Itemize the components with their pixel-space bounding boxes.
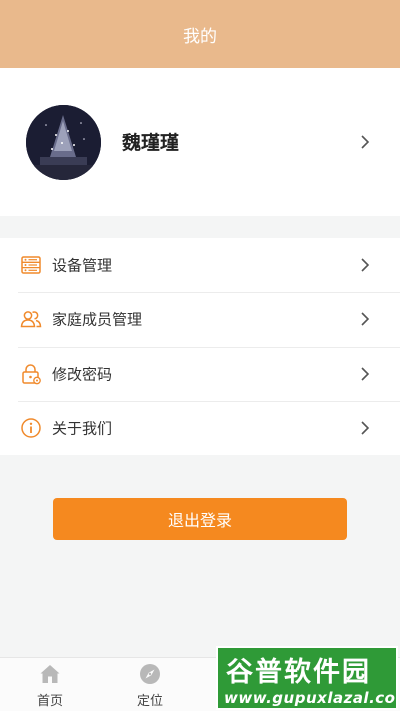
chevron-right-icon xyxy=(358,258,372,272)
watermark-url: www.gupuxlazal.com xyxy=(224,689,398,707)
menu-item-label: 家庭成员管理 xyxy=(52,310,143,329)
menu-item-label: 设备管理 xyxy=(52,256,113,275)
chevron-right-icon xyxy=(358,367,372,381)
page-title: 我的 xyxy=(183,26,217,47)
tab-label: 首页 xyxy=(36,694,63,709)
watermark-title: 谷普软件园 xyxy=(226,657,371,688)
watermark-logo: 谷普软件园 www.gupuxlazal.com xyxy=(216,646,398,710)
tab-home[interactable]: 首页 xyxy=(0,658,100,711)
menu-item-label: 关于我们 xyxy=(52,419,113,438)
menu-item-change-password[interactable]: 修改密码 xyxy=(0,346,400,401)
chevron-right-icon xyxy=(358,421,372,435)
chevron-right-icon xyxy=(358,135,372,149)
menu-item-device-management[interactable]: 设备管理 xyxy=(0,238,400,292)
tab-location[interactable]: 定位 xyxy=(100,658,200,711)
chevron-right-icon xyxy=(358,312,372,326)
compass-icon xyxy=(139,663,161,685)
menu-item-family-members[interactable]: 家庭成员管理 xyxy=(0,292,400,346)
menu-item-about-us[interactable]: 关于我们 xyxy=(0,400,400,455)
logout-label: 退出登录 xyxy=(167,511,232,530)
user-name: 魏瑾瑾 xyxy=(122,132,180,154)
tab-label: 定位 xyxy=(136,694,163,709)
info-icon xyxy=(20,417,42,439)
profile-card[interactable]: 魏瑾瑾 xyxy=(0,68,400,216)
logout-button[interactable]: 退出登录 xyxy=(53,498,347,540)
avatar-image xyxy=(26,105,101,180)
device-list-icon xyxy=(20,254,42,276)
top-header: 我的 xyxy=(0,0,400,68)
lock-icon xyxy=(20,363,42,385)
menu-item-label: 修改密码 xyxy=(52,365,113,384)
avatar[interactable] xyxy=(26,105,101,180)
family-members-icon xyxy=(20,308,42,330)
settings-menu: 设备管理 家庭成员管理 修改密码 关于我们 xyxy=(0,238,400,455)
home-icon xyxy=(39,663,61,685)
